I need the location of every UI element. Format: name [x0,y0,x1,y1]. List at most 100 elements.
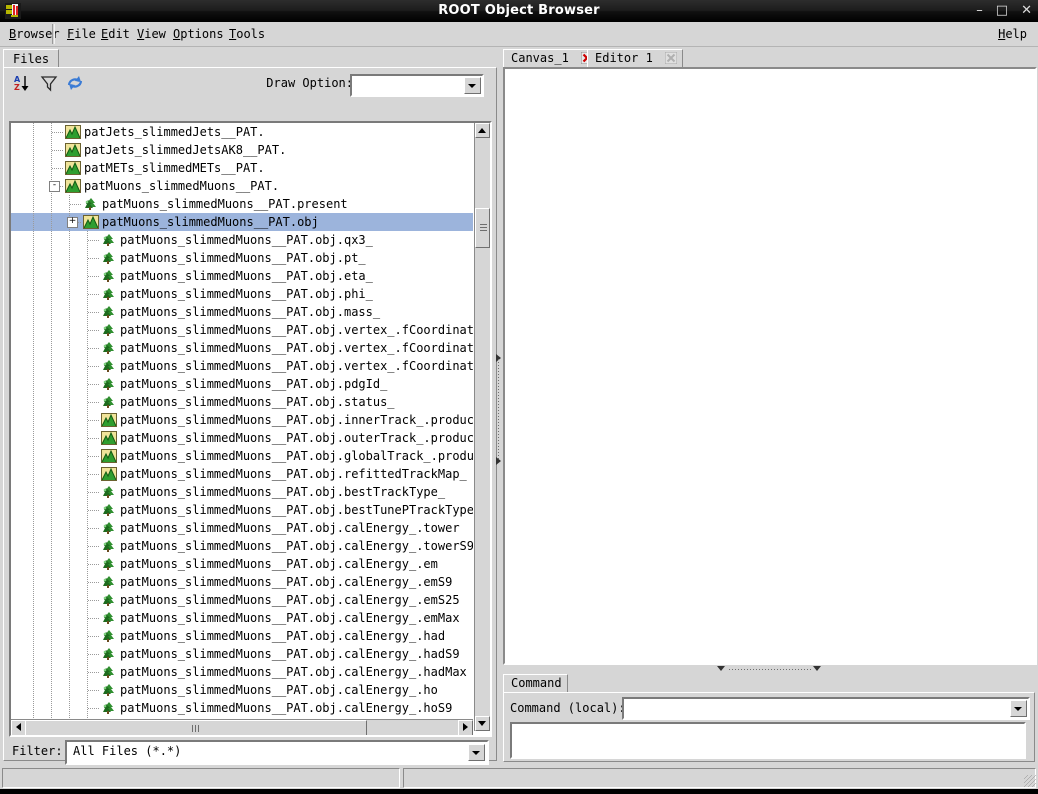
tree-item-label: patMuons_slimmedMuons__PAT.obj.outerTrac… [120,429,473,447]
tree-item[interactable]: patMuons_slimmedMuons__PAT.obj.calEnergy… [11,519,473,537]
tree-hscroll-thumb[interactable] [25,720,367,736]
filter-value: All Files (*.*) [73,744,181,758]
branch-icon [101,575,117,589]
close-button[interactable]: ✕ [1021,0,1032,22]
menu-item-help[interactable]: Help [991,22,1034,46]
command-panel-body: Command (local): [503,692,1035,762]
status-pane-left [2,768,400,788]
close-icon[interactable] [665,52,677,64]
tree-item[interactable]: patMuons_slimmedMuons__PAT.obj.calEnergy… [11,591,473,609]
canvas-drawing-area[interactable] [503,67,1037,665]
title-bar: ROOT Object Browser – □ ✕ [0,0,1038,22]
branch-icon [101,377,117,391]
menu-item-options[interactable]: Options [166,22,231,46]
refresh-icon[interactable] [64,73,88,95]
tree-item[interactable]: patMuons_slimmedMuons__PAT.obj.calEnergy… [11,681,473,699]
histogram-icon [101,467,117,481]
tree-item[interactable]: patMuons_slimmedMuons__PAT.obj.refittedT… [11,465,473,483]
tree-item[interactable]: patMuons_slimmedMuons__PAT.obj.calEnergy… [11,609,473,627]
tree-item-label: patMuons_slimmedMuons__PAT.obj.calEnergy… [120,699,452,717]
maximize-button[interactable]: □ [996,0,1008,22]
tab-files[interactable]: Files [3,49,59,69]
funnel-icon[interactable] [38,73,62,95]
resize-grip[interactable] [1024,775,1036,787]
tree-item[interactable]: patJets_slimmedJetsAK8__PAT. [11,141,473,159]
tree-item-label: patMuons_slimmedMuons__PAT.obj.calEnergy… [120,537,473,555]
branch-icon [101,233,117,247]
branch-icon [101,539,117,553]
tree-item-label: patMuons_slimmedMuons__PAT.obj.calEnergy… [120,573,452,591]
chevron-down-icon[interactable] [468,744,485,761]
filter-combo[interactable]: All Files (*.*) [65,740,489,765]
canvas-command-splitter[interactable] [503,664,1035,674]
tree-scroll-thumb[interactable] [475,208,490,248]
panel-splitter[interactable] [494,49,503,762]
branch-icon [101,341,117,355]
branch-icon [101,647,117,661]
tree-item[interactable]: patMuons_slimmedMuons__PAT.obj.vertex_.f… [11,339,473,357]
tree-horizontal-scrollbar[interactable] [11,719,473,735]
menu-item-browser[interactable]: Browser [2,22,67,46]
filter-row: Filter: All Files (*.*) [9,740,488,762]
tree-item[interactable]: patMuons_slimmedMuons__PAT.obj.bestTuneP… [11,501,473,519]
tree-item[interactable]: patMuons_slimmedMuons__PAT.present [11,195,473,213]
tree-item[interactable]: patMuons_slimmedMuons__PAT.obj.phi_ [11,285,473,303]
branch-icon [101,611,117,625]
chevron-down-icon[interactable] [1010,700,1027,717]
tree-vertical-scrollbar[interactable] [474,123,490,731]
branch-icon [101,593,117,607]
tree-item[interactable]: patMuons_slimmedMuons__PAT.obj.calEnergy… [11,573,473,591]
file-tree[interactable]: patJets_slimmedJets__PAT.patJets_slimmed… [11,123,473,731]
tree-item[interactable]: patMuons_slimmedMuons__PAT.obj.calEnergy… [11,537,473,555]
scroll-left-button[interactable] [11,720,26,736]
tree-item[interactable]: patMuons_slimmedMuons__PAT.obj.eta_ [11,267,473,285]
tree-item[interactable]: patMuons_slimmedMuons__PAT.obj.pt_ [11,249,473,267]
tree-item-label: patMuons_slimmedMuons__PAT.obj.calEnergy… [120,519,460,537]
tree-item[interactable]: patMuons_slimmedMuons__PAT.obj.vertex_.f… [11,357,473,375]
tree-item[interactable]: patMuons_slimmedMuons__PAT.obj.calEnergy… [11,627,473,645]
tree-item-label: patMETs_slimmedMETs__PAT. [84,159,265,177]
branch-icon [101,701,117,715]
tree-item[interactable]: patMuons_slimmedMuons__PAT.obj.calEnergy… [11,555,473,573]
tree-item[interactable]: +patMuons_slimmedMuons__PAT.obj [11,213,473,231]
branch-icon [101,323,117,337]
branch-icon [101,503,117,517]
histogram-icon [65,179,81,193]
chevron-down-icon[interactable] [464,77,481,94]
tree-item[interactable]: patMuons_slimmedMuons__PAT.obj.globalTra… [11,447,473,465]
scroll-up-button[interactable] [475,123,490,138]
command-area: Command Command (local): [503,674,1035,762]
tree-item[interactable]: patMuons_slimmedMuons__PAT.obj.pdgId_ [11,375,473,393]
tree-item-label: patMuons_slimmedMuons__PAT.obj.calEnergy… [120,609,460,627]
minimize-button[interactable]: – [976,0,983,22]
draw-option-combo[interactable] [350,74,484,97]
tree-item-label: patMuons_slimmedMuons__PAT.obj.calEnergy… [120,591,460,609]
sort-az-icon[interactable]: A Z [12,73,36,95]
tab-editor-1[interactable]: Editor 1 [587,49,683,69]
menu-item-tools[interactable]: Tools [222,22,272,46]
tab-canvas-1[interactable]: Canvas_1 [503,49,599,69]
scroll-right-button[interactable] [458,720,473,736]
tree-item[interactable]: patMuons_slimmedMuons__PAT.obj.calEnergy… [11,699,473,717]
tree-item[interactable]: patMuons_slimmedMuons__PAT.obj.innerTrac… [11,411,473,429]
scroll-down-button[interactable] [475,716,490,731]
tree-item[interactable]: patMuons_slimmedMuons__PAT.obj.mass_ [11,303,473,321]
command-tab-strip: Command [503,674,1035,693]
tree-item[interactable]: patMuons_slimmedMuons__PAT.obj.status_ [11,393,473,411]
tree-item[interactable]: patMuons_slimmedMuons__PAT.obj.calEnergy… [11,663,473,681]
tree-item[interactable]: patMuons_slimmedMuons__PAT.obj.vertex_.f… [11,321,473,339]
tree-item[interactable]: patMuons_slimmedMuons__PAT.obj.qx3_ [11,231,473,249]
branch-icon [101,557,117,571]
tree-item[interactable]: patMuons_slimmedMuons__PAT.obj.bestTrack… [11,483,473,501]
tree-item[interactable]: patJets_slimmedJets__PAT. [11,123,473,141]
tree-item[interactable]: patMuons_slimmedMuons__PAT.obj.calEnergy… [11,645,473,663]
command-input[interactable] [622,697,1030,720]
branch-icon [101,521,117,535]
tab-command[interactable]: Command [503,674,568,694]
tree-item[interactable]: patMETs_slimmedMETs__PAT. [11,159,473,177]
tree-item[interactable]: -patMuons_slimmedMuons__PAT. [11,177,473,195]
tree-expander[interactable]: - [49,181,60,192]
tree-expander[interactable]: + [67,217,78,228]
tree-item[interactable]: patMuons_slimmedMuons__PAT.obj.outerTrac… [11,429,473,447]
tab-canvas-1-label: Canvas_1 [511,51,569,65]
